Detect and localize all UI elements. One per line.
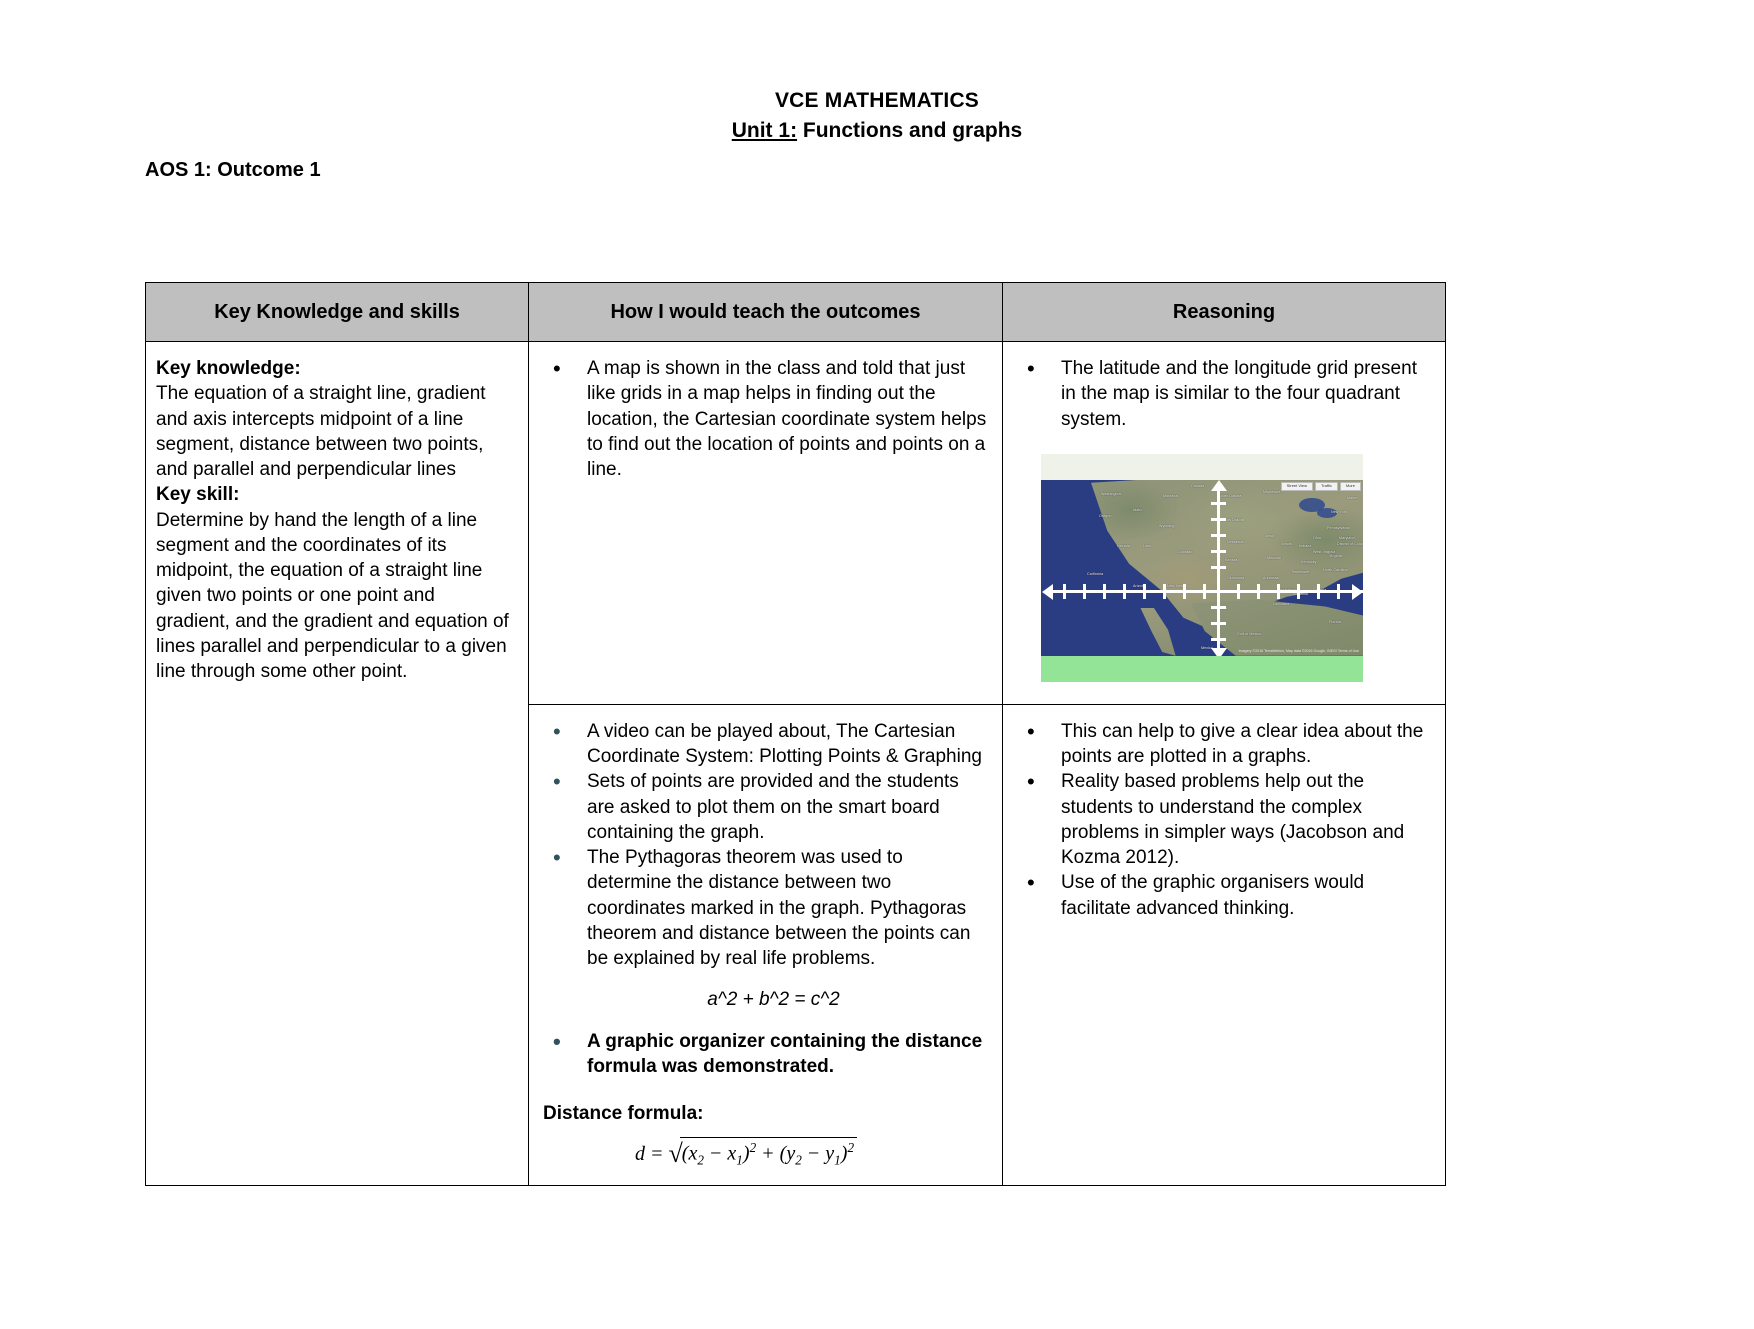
page-title: VCE MATHEMATICS [774,89,980,112]
formula-op: − x [703,1142,737,1165]
teach-cell-row1: A map is shown in the class and told tha… [528,341,1003,705]
list-item: Sets of points are provided and the stud… [539,767,988,845]
axis-arrow-right-icon [1352,583,1363,600]
y-axis-tick [1211,621,1226,625]
x-axis-tick [1163,583,1166,599]
formula-op: − y [801,1142,835,1165]
teach-cell-row2: A video can be played about, The Cartesi… [528,703,1003,1187]
list-item: The Pythagoras theorem was used to deter… [539,843,988,971]
aos-outcome-line: AOS 1: Outcome 1 [145,158,321,181]
x-axis-tick [1237,583,1240,599]
map-bottom-green-band [1041,655,1363,682]
traffic-button[interactable]: Traffic [1314,481,1338,491]
key-knowledge-body: The equation of a straight line, gradien… [156,383,486,481]
teach-bullet-list-row2: A video can be played about, The Cartesi… [539,717,988,972]
formula-sub: 2 [697,1152,704,1168]
formula-sub: 1 [736,1152,743,1168]
y-axis-tick [1211,501,1226,505]
axis-arrow-left-icon [1042,583,1053,600]
formula-term: (y [779,1142,796,1165]
x-axis-tick [1277,583,1280,599]
reasoning-cell-row2: This can help to give a clear idea about… [1002,703,1446,1187]
formula-equals: = [650,1142,664,1165]
distance-formula-heading: Distance formula: [543,1103,704,1125]
x-axis-tick [1257,583,1260,599]
list-item: Reality based problems help out the stud… [1013,767,1431,870]
formula-sup: 2 [847,1139,855,1155]
outcomes-table: Key Knowledge and skills How I would tea… [145,282,1446,1187]
y-axis-tick [1211,517,1226,521]
more-button[interactable]: More [1339,481,1361,491]
list-item: Use of the graphic organisers would faci… [1013,868,1431,921]
y-axis-tick [1211,549,1226,553]
column-header-key-knowledge: Key Knowledge and skills [145,282,529,342]
key-skill-body: Determine by hand the length of a line s… [156,509,509,683]
great-lakes-2 [1317,507,1337,518]
column-header-reasoning: Reasoning [1002,282,1446,342]
x-axis-tick [1337,583,1340,599]
reasoning-bullet-list-row2: This can help to give a clear idea about… [1013,717,1431,921]
graphic-organizer-text: A graphic organizer containing the dista… [587,1030,983,1077]
reasoning-bullet-list-row1: The latitude and the longitude grid pres… [1013,354,1431,432]
map-attribution: Imagery ©2016 TerraMetrics, Map data ©20… [1238,649,1359,654]
teach-bullet-list-row1: A map is shown in the class and told tha… [539,354,988,482]
column-header-how-teach: How I would teach the outcomes [528,282,1003,342]
pythagoras-formula: a^2 + b^2 = c^2 [707,989,840,1011]
list-item: A video can be played about, The Cartesi… [539,717,988,770]
formula-sub: 1 [834,1152,841,1168]
map-toolbar[interactable]: Street View Traffic More [1280,481,1361,491]
y-axis-tick [1211,533,1226,537]
x-axis-tick [1103,583,1106,599]
map-label: California [1087,571,1104,576]
document-page: VCE MATHEMATICS Unit 1: Functions and gr… [0,88,1754,1329]
distance-formula: d = √(x2 − x1)2 + (y2 − y1)2 [539,1136,988,1172]
x-axis-tick [1063,583,1066,599]
y-axis [1217,485,1220,656]
x-axis-tick [1203,583,1206,599]
list-item: A map is shown in the class and told tha… [539,354,988,482]
unit-label: Unit 1: [731,119,798,143]
radicand: (x2 − x1)2 + (y2 − y1)2 [679,1136,858,1169]
axis-arrow-up-icon [1211,479,1227,491]
y-axis-tick [1211,565,1226,569]
list-item: This can help to give a clear idea about… [1013,717,1431,770]
map-figure: Washington Oregon Idaho Montana North Da… [1041,453,1363,682]
formula-sub: 2 [795,1152,802,1168]
x-axis-tick [1143,583,1146,599]
page-subtitle: Unit 1: Functions and graphs [0,118,1754,144]
x-axis-tick [1123,583,1126,599]
key-knowledge-heading: Key knowledge: [156,358,301,379]
teach-bullet-list-row2-bold: A graphic organizer containing the dista… [539,1027,988,1080]
y-axis-tick [1211,637,1226,641]
table-row: Key knowledge: The equation of a straigh… [145,340,1446,1187]
x-axis-tick [1317,583,1320,599]
list-item: The latitude and the longitude grid pres… [1013,354,1431,432]
graphic-organizer-period: . [828,1055,835,1077]
unit-name: Functions and graphs [797,119,1023,143]
formula-paren: ) [742,1142,750,1165]
radical-group: √(x2 − x1)2 + (y2 − y1)2 [669,1136,858,1172]
x-axis-tick [1183,583,1186,599]
x-axis-tick [1297,583,1300,599]
street-view-button[interactable]: Street View [1280,481,1313,491]
formula-lhs: d [635,1142,645,1165]
reasoning-cell-row1: The latitude and the longitude grid pres… [1002,341,1446,705]
formula-term: (x [681,1142,698,1165]
formula-plus: + [756,1142,780,1165]
map-satellite-image: Washington Oregon Idaho Montana North Da… [1041,479,1363,656]
map-top-band [1041,453,1363,480]
document-title-block: VCE MATHEMATICS Unit 1: Functions and gr… [0,88,1754,145]
x-axis-tick [1083,583,1086,599]
key-skill-heading: Key skill: [156,484,240,506]
table-header-row: Key Knowledge and skills How I would tea… [145,282,1446,342]
key-knowledge-cell: Key knowledge: The equation of a straigh… [145,340,529,1187]
y-axis-tick [1211,605,1226,609]
list-item: A graphic organizer containing the dista… [539,1027,988,1080]
